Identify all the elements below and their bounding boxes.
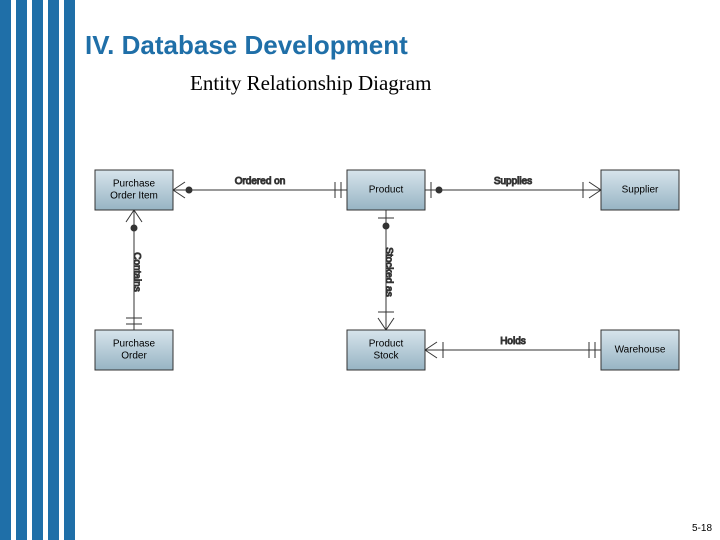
- page-subtitle: Entity Relationship Diagram: [190, 71, 700, 96]
- entity-product: Product: [347, 170, 425, 210]
- svg-text:Stock: Stock: [373, 351, 399, 362]
- svg-text:Ordered on: Ordered on: [235, 176, 286, 187]
- rel-stocked-as: Stocked as: [378, 210, 394, 330]
- decorative-stripes: [0, 0, 75, 540]
- page-title: IV. Database Development: [85, 30, 700, 61]
- rel-contains: Contains: [126, 210, 142, 330]
- svg-text:Stocked as: Stocked as: [383, 247, 394, 296]
- svg-text:Warehouse: Warehouse: [615, 345, 666, 356]
- entity-product-stock: Product Stock: [347, 330, 425, 370]
- svg-text:Order Item: Order Item: [110, 191, 158, 202]
- svg-text:Contains: Contains: [131, 252, 142, 291]
- rel-ordered-on: Ordered on: [173, 176, 347, 198]
- svg-text:Supplies: Supplies: [494, 176, 532, 187]
- entity-supplier: Supplier: [601, 170, 679, 210]
- entity-purchase-order-item: Purchase Order Item: [95, 170, 173, 210]
- svg-text:Product: Product: [369, 339, 404, 350]
- entity-warehouse: Warehouse: [601, 330, 679, 370]
- svg-text:Purchase: Purchase: [113, 339, 156, 350]
- entity-purchase-order: Purchase Order: [95, 330, 173, 370]
- svg-text:Holds: Holds: [500, 336, 526, 347]
- svg-text:Supplier: Supplier: [622, 185, 659, 196]
- er-diagram: Purchase Order Item Product Supplier Pur…: [85, 140, 705, 400]
- rel-holds: Holds: [425, 336, 601, 358]
- page-number: 5-18: [692, 523, 712, 534]
- svg-text:Product: Product: [369, 185, 404, 196]
- svg-text:Order: Order: [121, 351, 147, 362]
- rel-supplies: Supplies: [425, 176, 601, 198]
- svg-text:Purchase: Purchase: [113, 179, 156, 190]
